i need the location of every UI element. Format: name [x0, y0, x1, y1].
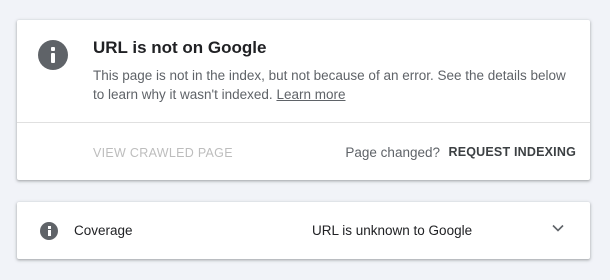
coverage-row[interactable]: Coverage URL is unknown to Google [17, 202, 590, 259]
status-title: URL is not on Google [93, 38, 267, 57]
index-status-card: URL is not on Google This page is not in… [17, 20, 590, 180]
info-icon [38, 40, 68, 70]
request-indexing-button[interactable]: REQUEST INDEXING [448, 145, 576, 159]
coverage-label: Coverage [74, 223, 133, 238]
coverage-value: URL is unknown to Google [312, 223, 473, 238]
status-description: This page is not in the index, but not b… [93, 66, 573, 104]
chevron-down-icon[interactable] [550, 220, 566, 236]
view-crawled-page-button: VIEW CRAWLED PAGE [93, 146, 233, 160]
learn-more-link[interactable]: Learn more [276, 87, 345, 102]
divider [17, 122, 590, 123]
info-icon [40, 222, 58, 240]
page-changed-label: Page changed? [345, 145, 440, 160]
